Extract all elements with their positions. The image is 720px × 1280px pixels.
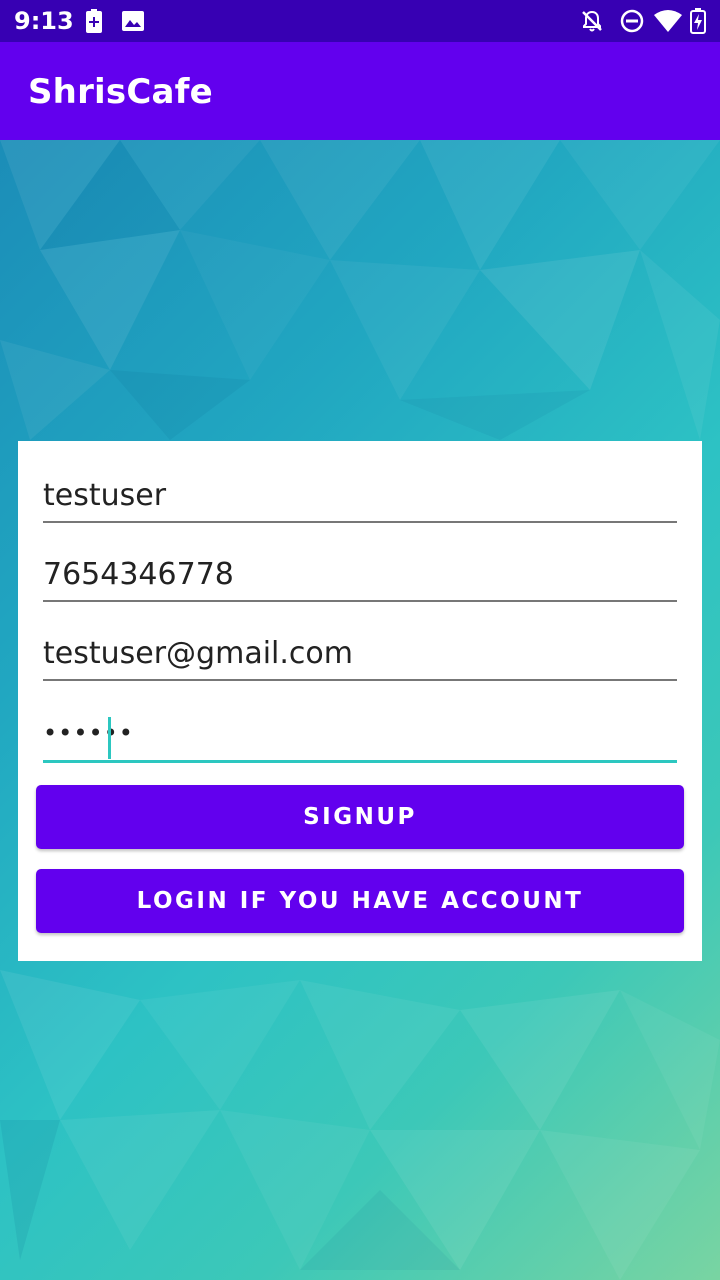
email-field[interactable]: testuser@gmail.com	[43, 625, 677, 681]
username-field[interactable]: testuser	[43, 467, 677, 523]
email-value: testuser@gmail.com	[43, 636, 353, 671]
phone-underline	[43, 600, 677, 602]
do-not-disturb-icon	[620, 9, 644, 38]
phone-value: 7654346778	[43, 557, 234, 592]
password-field[interactable]: ••••••	[43, 707, 677, 763]
login-button[interactable]: LOGIN IF YOU HAVE ACCOUNT	[36, 869, 684, 933]
text-cursor	[108, 717, 111, 759]
signup-button[interactable]: SIGNUP	[36, 785, 684, 849]
app-title: ShrisCafe	[28, 72, 213, 112]
username-value: testuser	[43, 478, 167, 513]
username-underline	[43, 521, 677, 523]
app-bar: ShrisCafe	[0, 42, 720, 140]
status-bar: 9:13	[0, 0, 720, 42]
signup-card: testuser 7654346778 testuser@gmail.com •…	[18, 441, 702, 961]
wifi-icon	[654, 10, 682, 37]
image-icon	[122, 11, 144, 36]
phone-field[interactable]: 7654346778	[43, 546, 677, 602]
battery-charging-icon	[690, 8, 706, 39]
battery-saver-icon	[86, 9, 102, 38]
status-time: 9:13	[14, 7, 74, 35]
password-underline	[43, 760, 677, 763]
email-underline	[43, 679, 677, 681]
password-value: ••••••	[43, 719, 134, 747]
notifications-off-icon	[580, 9, 604, 38]
